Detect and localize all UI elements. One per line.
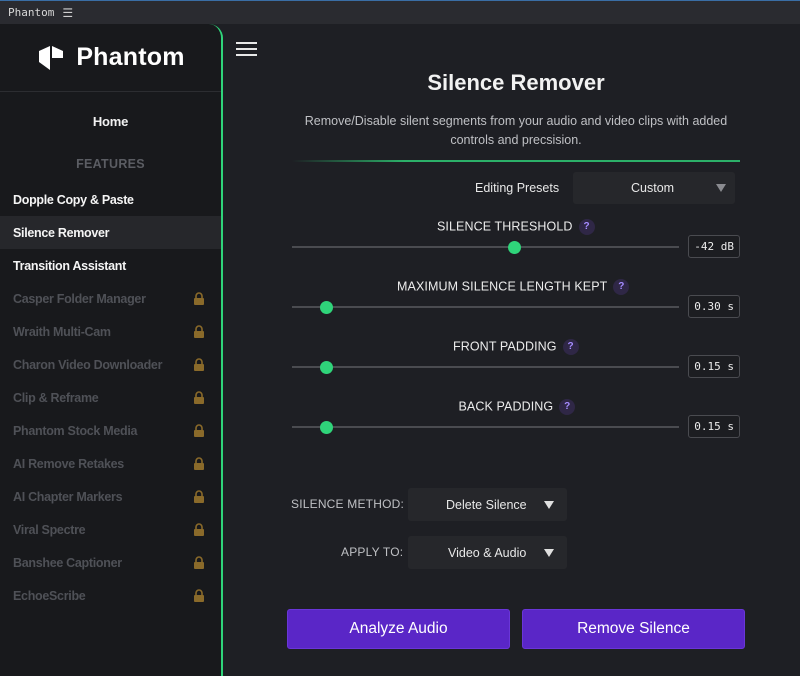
sidebar-item-label: Viral Spectre (13, 522, 86, 537)
lock-icon (194, 457, 204, 470)
hamburger-menu-icon[interactable] (236, 42, 257, 58)
silence-threshold-slider-track[interactable] (292, 246, 679, 248)
sidebar-item-banshee-captioner[interactable]: Banshee Captioner (0, 546, 221, 579)
sidebar-item-ai-remove-retakes[interactable]: AI Remove Retakes (0, 447, 221, 480)
silence-threshold-label: SILENCE THRESHOLD? (437, 219, 595, 235)
back-padding-slider-thumb[interactable] (320, 420, 334, 434)
help-icon[interactable]: ? (559, 399, 576, 415)
brand-name: Phantom (76, 43, 185, 71)
lock-icon (194, 424, 204, 437)
maximum-silence-length-kept-value-field[interactable]: 0.30 s (688, 295, 740, 318)
sidebar-item-wraith-multi-cam[interactable]: Wraith Multi-Cam (0, 315, 221, 348)
sidebar-item-label: Phantom Stock Media (13, 423, 138, 438)
lock-icon (194, 358, 204, 371)
page-subtitle: Remove/Disable silent segments from your… (304, 114, 728, 147)
title-divider (292, 160, 740, 162)
silence-method-value: Delete Silence (446, 497, 527, 512)
help-icon[interactable]: ? (578, 219, 595, 235)
sidebar-item-clip-reframe[interactable]: Clip & Reframe (0, 381, 221, 414)
sidebar-home-link[interactable]: Home (0, 92, 221, 150)
help-icon[interactable]: ? (613, 279, 630, 295)
brand-logo[interactable]: Phantom (0, 24, 221, 92)
chevron-down-icon (544, 501, 554, 509)
phantom-logo-icon (39, 45, 64, 70)
front-padding-value-field[interactable]: 0.15 s (688, 355, 740, 378)
sidebar-feature-list: Dopple Copy & Paste Silence Remover Transi… (0, 183, 221, 612)
sidebar-item-ai-chapter-markers[interactable]: AI Chapter Markers (0, 480, 221, 513)
silence-method-select[interactable]: Delete Silence (408, 488, 567, 521)
maximum-silence-length-kept-title: MAXIMUM SILENCE LENGTH KEPT (397, 279, 608, 294)
analyze-audio-button[interactable]: Analyze Audio (287, 609, 510, 649)
sidebar-item-label: Clip & Reframe (13, 390, 99, 405)
lock-icon (194, 523, 204, 536)
sidebar-item-dopple-copy-paste[interactable]: Dopple Copy & Paste (0, 183, 221, 216)
silence-threshold-title: SILENCE THRESHOLD (437, 219, 573, 234)
sidebar-item-phantom-stock-media[interactable]: Phantom Stock Media (0, 414, 221, 447)
sidebar-item-charon-video-downloader[interactable]: Charon Video Downloader (0, 348, 221, 381)
sidebar-item-label: Transition Assistant (13, 258, 127, 273)
front-padding-label: FRONT PADDING? (453, 339, 579, 355)
sidebar-item-label: Wraith Multi-Cam (13, 324, 111, 339)
lock-icon (194, 490, 204, 503)
editing-presets-value: Custom (631, 181, 675, 195)
window-title: Phantom (8, 6, 55, 19)
sidebar-item-label: Casper Folder Manager (13, 291, 146, 306)
sidebar-item-label: AI Chapter Markers (13, 489, 123, 504)
page-title: Silence Remover (427, 70, 605, 95)
sidebar-item-echoescribe[interactable]: EchoeScribe (0, 579, 221, 612)
sidebar-item-label: Silence Remover (13, 225, 110, 240)
lock-icon (194, 589, 204, 602)
back-padding-slider-track[interactable] (292, 426, 679, 428)
features-section-label: FEATURES (76, 157, 145, 171)
chevron-down-icon (716, 184, 726, 192)
lock-icon (194, 292, 204, 305)
maximum-silence-length-kept-label: MAXIMUM SILENCE LENGTH KEPT? (397, 279, 630, 295)
silence-method-label: SILENCE METHOD: (291, 497, 405, 511)
sidebar-item-label: Dopple Copy & Paste (13, 192, 134, 207)
apply-to-select[interactable]: Video & Audio (408, 536, 567, 569)
back-padding-value-field[interactable]: 0.15 s (688, 415, 740, 438)
silence-threshold-value-field[interactable]: -42 dB (688, 235, 740, 258)
sidebar-item-silence-remover[interactable]: Silence Remover (0, 216, 221, 249)
help-icon[interactable]: ? (562, 339, 579, 355)
remove-silence-button[interactable]: Remove Silence (522, 609, 745, 649)
apply-to-value: Video & Audio (448, 545, 527, 560)
editing-presets-label: Editing Presets (475, 181, 560, 195)
front-padding-title: FRONT PADDING (453, 339, 557, 354)
sidebar-item-casper-folder-manager[interactable]: Casper Folder Manager (0, 282, 221, 315)
front-padding-slider-track[interactable] (292, 366, 679, 368)
sidebar-item-label: EchoeScribe (13, 588, 86, 603)
sidebar-item-label: Banshee Captioner (13, 555, 122, 570)
lock-icon (194, 391, 204, 404)
maximum-silence-length-kept-slider-track[interactable] (292, 306, 679, 308)
apply-to-label: APPLY TO: (341, 545, 404, 559)
sidebar-item-transition-assistant[interactable]: Transition Assistant (0, 249, 221, 282)
front-padding-slider-thumb[interactable] (320, 360, 334, 374)
editing-presets-select[interactable]: Custom (573, 172, 735, 204)
chevron-down-icon (544, 549, 554, 557)
sidebar: Phantom Home FEATURES Dopple Copy & Past… (0, 24, 223, 676)
lock-icon (194, 556, 204, 569)
maximum-silence-length-kept-slider-thumb[interactable] (319, 300, 333, 314)
window-titlebar: Phantom ☰ (0, 0, 800, 24)
lock-icon (194, 325, 204, 338)
silence-threshold-slider-thumb[interactable] (508, 240, 522, 254)
sidebar-item-viral-spectre[interactable]: Viral Spectre (0, 513, 221, 546)
back-padding-title: BACK PADDING (458, 399, 554, 414)
window-menu-icon[interactable]: ☰ (62, 6, 73, 20)
sidebar-item-label: AI Remove Retakes (13, 456, 124, 471)
sidebar-item-label: Charon Video Downloader (13, 357, 163, 372)
back-padding-label: BACK PADDING? (459, 399, 576, 415)
